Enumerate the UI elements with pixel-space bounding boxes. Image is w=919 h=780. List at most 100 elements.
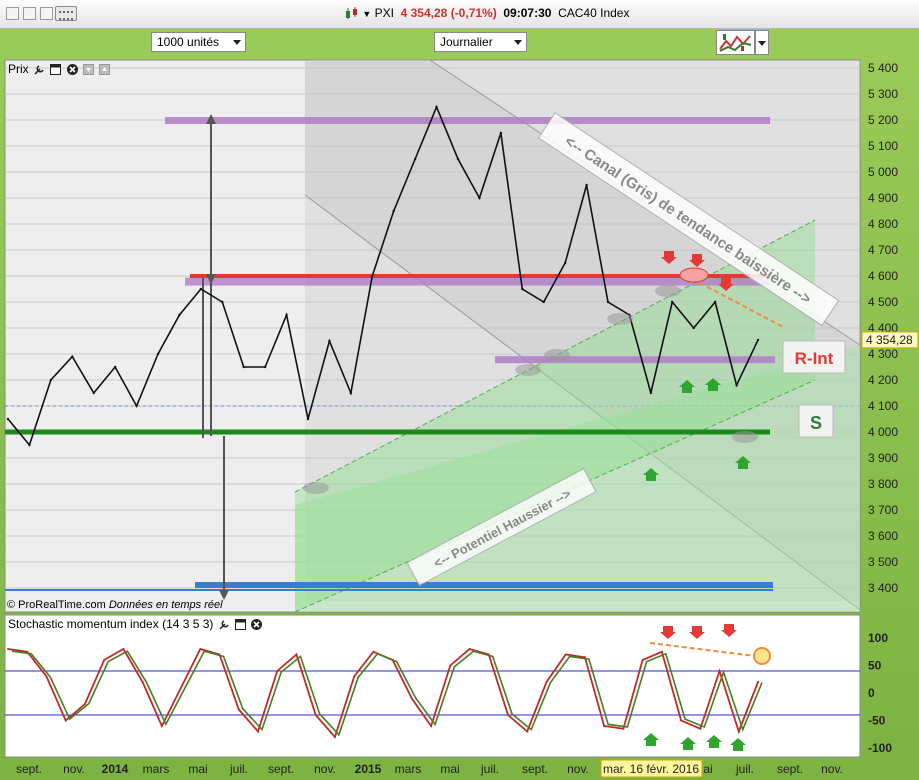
price-point (221, 300, 224, 304)
price-point (371, 274, 374, 278)
wrench-icon[interactable] (219, 619, 230, 630)
price-tick-label: 3 900 (868, 451, 898, 465)
price-point (542, 300, 545, 304)
stoch-point (603, 725, 606, 727)
touch-marker (655, 285, 681, 297)
bottom-blue-zone (195, 582, 773, 588)
stoch-point (545, 681, 548, 683)
price-point (49, 378, 53, 382)
price-point (28, 443, 31, 447)
price-tick-label: 4 900 (868, 191, 898, 205)
price-point (392, 209, 395, 213)
price-point (413, 157, 417, 161)
window-icon[interactable] (50, 64, 62, 76)
stoch-point (7, 648, 9, 650)
close-icon[interactable] (66, 64, 78, 76)
stoch-point (622, 727, 625, 730)
stoch-point (372, 650, 375, 653)
copyright-line: © ProRealTime.com Données en temps réel (7, 599, 223, 611)
price-panel-header: Prix (8, 62, 111, 76)
price-point (649, 391, 653, 395)
x-tick-label: nov. (314, 762, 336, 776)
touch-marker (515, 364, 541, 376)
stoch-point (276, 670, 279, 672)
stoch-point (199, 648, 202, 650)
stoch-point (660, 650, 663, 653)
stoch-point (564, 653, 567, 656)
stoch-point (180, 686, 183, 689)
stoch-point (526, 730, 529, 733)
stoch-point (314, 714, 317, 716)
price-panel-label: Prix (8, 62, 29, 76)
price-point (478, 196, 481, 200)
price-point (499, 131, 503, 135)
stoch-point (237, 708, 240, 711)
price-tick-label: 5 200 (868, 113, 898, 127)
price-point (285, 313, 288, 317)
move-down-icon[interactable] (83, 64, 95, 76)
price-point (263, 365, 267, 369)
wrench-icon[interactable] (34, 64, 45, 75)
cursor-date-label: mar. 16 févr. 2016 (603, 762, 699, 776)
window-icon[interactable] (235, 619, 247, 631)
move-up-icon[interactable] (99, 64, 111, 76)
price-tick-label: 5 400 (868, 61, 898, 75)
x-tick-label: juil. (480, 762, 499, 776)
stoch-point (583, 656, 586, 659)
stoch-point (141, 681, 144, 683)
stoch-point (641, 659, 644, 661)
stoch-point (295, 653, 298, 656)
x-tick-label: juil. (229, 762, 248, 776)
price-point (435, 105, 438, 109)
price-point (242, 365, 245, 369)
copyright-text: © ProRealTime.com (7, 599, 106, 611)
x-tick-label: ai (703, 762, 712, 776)
stoch-point (122, 648, 125, 650)
price-point (456, 157, 460, 161)
touch-marker (303, 482, 329, 494)
price-tick-label: 4 500 (868, 295, 898, 309)
s-badge-text: S (810, 413, 822, 433)
price-tick-label: 5 000 (868, 165, 898, 179)
stoch-point (410, 697, 413, 700)
x-tick-label: nov. (63, 762, 85, 776)
x-tick-label: sept. (268, 762, 294, 776)
stoch-point (680, 719, 683, 722)
stoch-point (699, 727, 702, 730)
close-icon[interactable] (251, 619, 263, 631)
price-tick-label: 4 200 (868, 373, 898, 387)
price-point (671, 300, 674, 304)
x-tick-label: nov. (567, 762, 589, 776)
price-point (178, 313, 181, 317)
price-point (692, 326, 695, 330)
x-tick-label: mars (143, 762, 170, 776)
x-tick-label: juil. (735, 762, 754, 776)
stoch-point (718, 670, 721, 672)
stoch-highlight-circle (753, 647, 771, 665)
stoch-tick-label: 100 (868, 631, 888, 645)
stoch-point (487, 653, 490, 656)
purple-zone-low (495, 356, 775, 364)
price-tick-label: 3 400 (868, 581, 898, 595)
realtime-text: Données en temps réel (108, 599, 223, 611)
price-point (735, 384, 738, 387)
resistance-touch-marker (679, 267, 709, 283)
price-tick-label: 3 500 (868, 555, 898, 569)
purple-zone-top (165, 117, 770, 124)
stoch-point (160, 725, 163, 727)
x-tick-label: sept. (777, 762, 803, 776)
stoch-panel-header: Stochastic momentum index (14 3 5 3) (8, 617, 263, 631)
stoch-panel-label: Stochastic momentum index (14 3 5 3) (8, 617, 214, 631)
x-tick-label: sept. (522, 762, 548, 776)
chart-window: ▼ PXI 4 354,28 (-0,71%) 09:07:30 CAC40 I… (0, 0, 919, 780)
price-tick-label: 5 300 (868, 87, 898, 101)
price-point (756, 338, 760, 342)
price-point (306, 417, 310, 421)
price-point (199, 287, 203, 291)
x-tick-label: nov. (821, 762, 843, 776)
x-tick-label: sept. (16, 762, 42, 776)
price-tick-label: 4 100 (868, 399, 898, 413)
chart-canvas[interactable]: 5 400 5 300 5 200 5 100 5 000 4 900 4 800 4 700… (0, 0, 919, 780)
price-point (135, 404, 138, 408)
price-tick-label: 3 700 (868, 503, 898, 517)
